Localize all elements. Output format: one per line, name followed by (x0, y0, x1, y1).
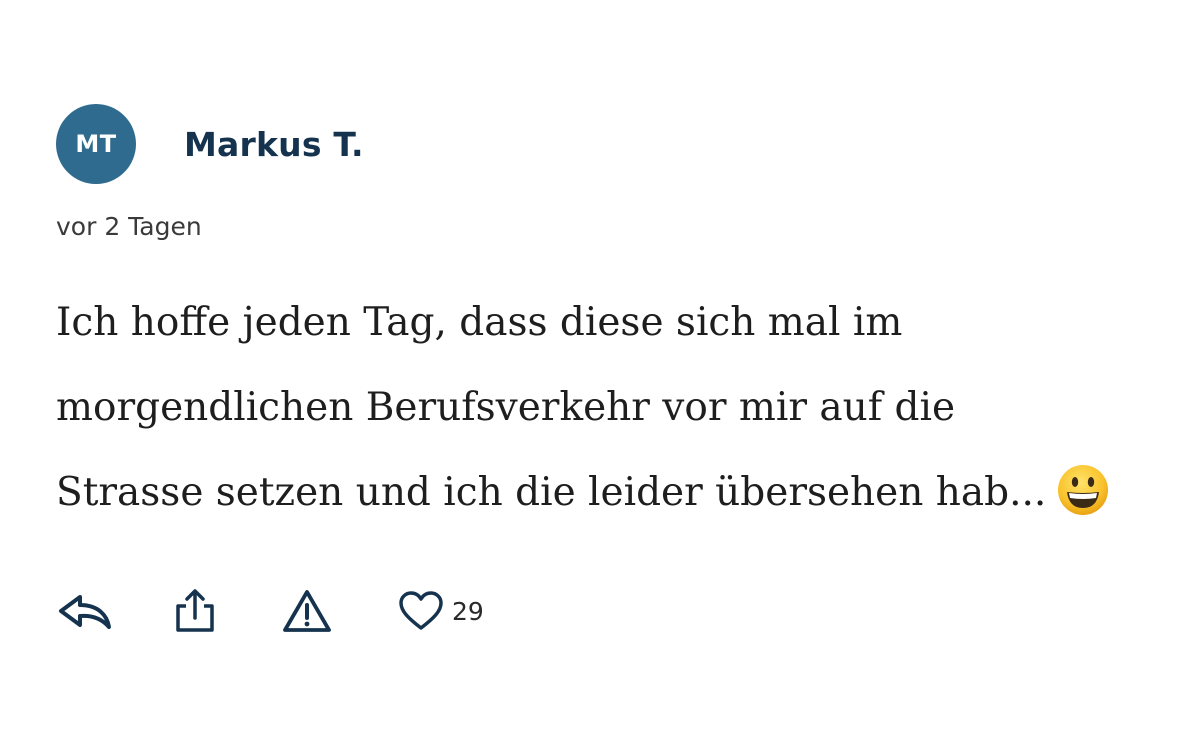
avatar-initials: MT (75, 130, 117, 158)
share-button[interactable] (172, 588, 218, 634)
comment-body-line-text: Strasse setzen und ich die leider überse… (56, 470, 1047, 515)
heart-icon (398, 590, 444, 632)
reply-button[interactable] (56, 591, 114, 631)
like-button[interactable]: 29 (398, 590, 484, 632)
comment-body-line: Ich hoffe jeden Tag, dass diese sich mal… (56, 300, 903, 345)
avatar[interactable]: MT (56, 104, 136, 184)
comment-timestamp: vor 2 Tagen (56, 212, 202, 241)
author-name[interactable]: Markus T. (184, 125, 364, 164)
comment-body-line: morgendlichen Berufsverkehr vor mir auf … (56, 385, 956, 430)
like-count: 29 (452, 596, 484, 626)
comment-header: MT Markus T. (56, 104, 1156, 184)
comment-body-line-last: Strasse setzen und ich die leider überse… (56, 450, 1156, 547)
comment-body: Ich hoffe jeden Tag, dass diese sich mal… (56, 280, 1156, 547)
comment-actions: 29 (56, 587, 484, 635)
comment-card: MT Markus T. vor 2 Tagen Ich hoffe jeden… (56, 104, 1156, 547)
warning-icon (282, 589, 332, 633)
report-button[interactable] (282, 589, 332, 633)
share-icon (172, 588, 218, 634)
grinning-face-emoji (1056, 462, 1110, 547)
reply-icon (56, 591, 114, 631)
